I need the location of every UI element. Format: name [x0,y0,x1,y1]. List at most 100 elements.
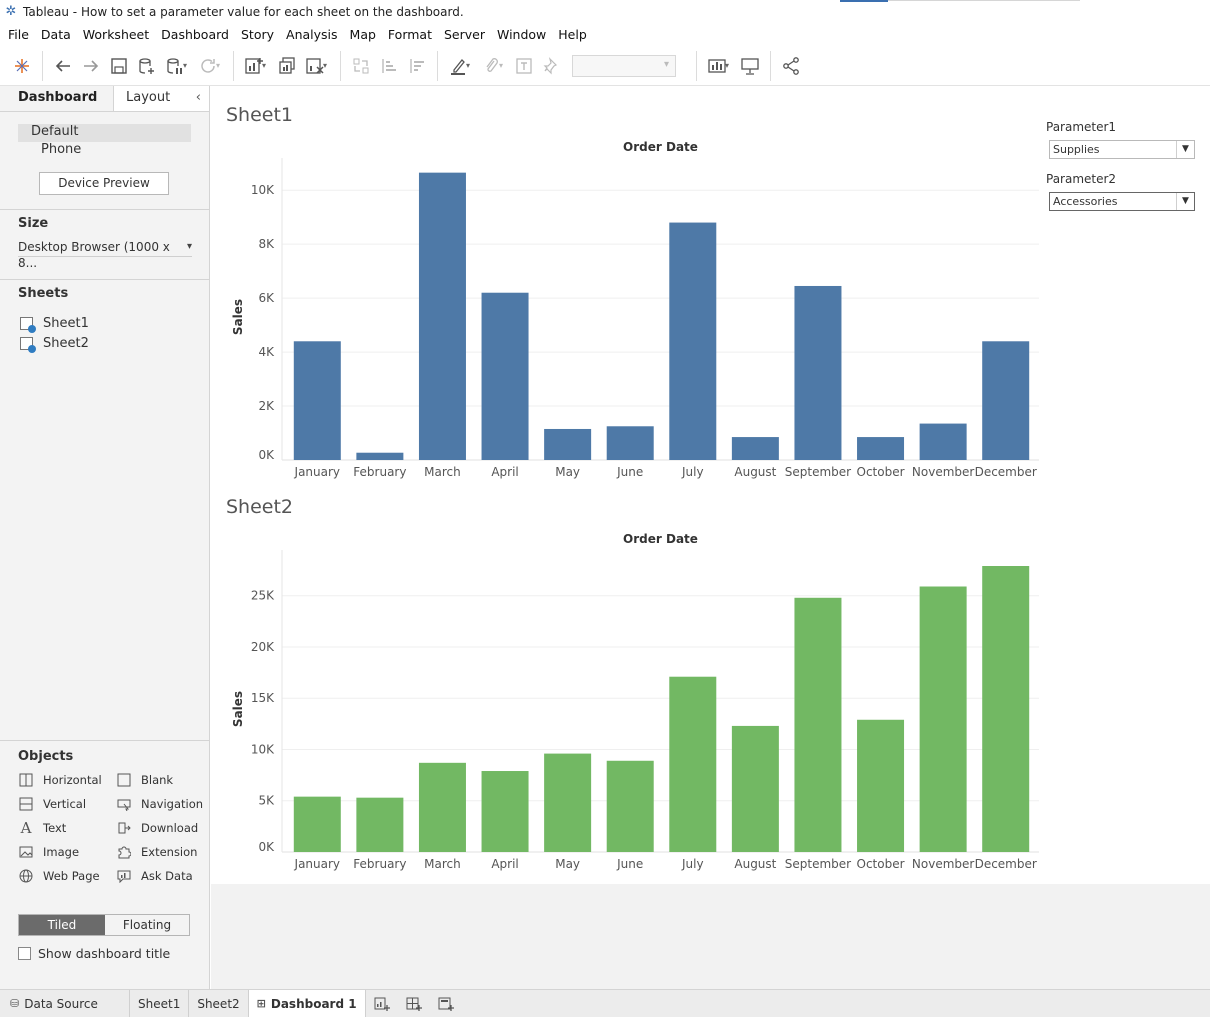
sheet-list-item-sheet1[interactable]: Sheet1 [0,313,209,333]
group-caret-icon[interactable]: ▾ [499,61,507,70]
presentation-mode-icon[interactable] [736,52,764,80]
object-navigation[interactable]: Navigation [116,796,214,812]
duplicate-sheet-icon[interactable] [273,52,301,80]
bar-january[interactable] [293,796,341,852]
object-blank[interactable]: Blank [116,772,214,788]
bar-march[interactable] [418,762,466,852]
new-story-tab-icon[interactable] [430,990,462,1017]
clear-sheet-caret-icon[interactable]: ▾ [323,61,331,70]
new-dashboard-tab-icon[interactable] [398,990,430,1017]
bar-february[interactable] [356,797,404,852]
bar-april[interactable] [481,292,529,460]
bar-december[interactable] [982,341,1030,460]
object-ask-data[interactable]: Ask Data [116,868,214,884]
collapse-panel-icon[interactable]: ‹ [196,90,201,105]
menu-map[interactable]: Map [344,27,382,42]
bar-october[interactable] [857,719,905,852]
bar-november[interactable] [919,586,967,852]
parameter1-dropdown[interactable]: Supplies ▼ [1049,140,1195,159]
bar-march[interactable] [418,172,466,460]
swap-rows-columns-icon[interactable] [347,52,375,80]
device-preview-button[interactable]: Device Preview [39,172,169,195]
toolbar-separator [340,50,341,81]
refresh-caret-icon[interactable]: ▾ [216,61,224,70]
tableau-icon[interactable] [8,52,36,80]
bar-october[interactable] [857,437,905,460]
object-vertical[interactable]: Vertical [18,796,116,812]
menu-format[interactable]: Format [382,27,438,42]
menu-dashboard[interactable]: Dashboard [155,27,235,42]
pause-updates-caret-icon[interactable]: ▾ [183,61,191,70]
menu-story[interactable]: Story [235,27,280,42]
bar-august[interactable] [731,725,779,852]
tiled-button[interactable]: Tiled [19,915,105,935]
parameter2-dropdown[interactable]: Accessories ▼ [1049,192,1195,211]
horizontal-container-icon [18,773,34,787]
tab-sheet1[interactable]: Sheet1 [130,989,190,1017]
x-tick-label: August [734,857,776,871]
bar-july[interactable] [669,222,717,460]
left-panel: Dashboard Layout ‹ Default Phone Device … [0,86,210,989]
menu-worksheet[interactable]: Worksheet [77,27,155,42]
bar-may[interactable] [544,428,592,460]
objects-grid: Horizontal Blank Vertical Navigation A T… [0,764,209,884]
object-horizontal[interactable]: Horizontal [18,772,116,788]
object-web-page[interactable]: Web Page [18,868,116,884]
object-image[interactable]: Image [18,844,116,860]
new-worksheet-tab-icon[interactable] [366,990,398,1017]
bar-december[interactable] [982,566,1030,852]
size-dropdown[interactable]: Desktop Browser (1000 x 8... [18,239,192,270]
show-title-checkbox[interactable] [18,947,31,960]
menu-help[interactable]: Help [552,27,593,42]
bar-july[interactable] [669,676,717,852]
bar-november[interactable] [919,423,967,460]
menu-window[interactable]: Window [491,27,552,42]
share-icon[interactable] [777,52,805,80]
bar-february[interactable] [356,452,404,460]
tab-dashboard1[interactable]: ⊞ Dashboard 1 [248,989,366,1017]
object-label: Blank [141,773,174,787]
device-phone[interactable]: Phone [18,142,191,160]
bar-september[interactable] [794,597,842,852]
new-worksheet-caret-icon[interactable]: ▾ [262,61,270,70]
sheet2-chart[interactable]: Order Date Sales 0K 5K 10K 15K 20K 25K January Fe… [211,518,1041,878]
tab-layout[interactable]: Layout [114,86,209,111]
menu-file[interactable]: File [2,27,35,42]
highlight-caret-icon[interactable]: ▾ [466,61,474,70]
new-data-source-icon[interactable] [133,52,161,80]
bar-june[interactable] [606,426,654,460]
bar-may[interactable] [544,753,592,852]
object-label: Ask Data [141,869,193,883]
redo-icon[interactable] [77,52,105,80]
tab-sheet2[interactable]: Sheet2 [189,989,249,1017]
dropdown-arrow-icon[interactable]: ▼ [1176,193,1194,210]
fix-axes-icon[interactable] [538,52,566,80]
object-text[interactable]: A Text [18,819,116,837]
bar-september[interactable] [794,285,842,460]
bar-april[interactable] [481,771,529,852]
sheet1-chart[interactable]: Order Date Sales 0K 2K 4K 6K 8K 10K January Febru… [211,126,1041,486]
bar-january[interactable] [293,341,341,460]
tab-dashboard[interactable]: Dashboard [0,86,114,111]
sort-ascending-icon[interactable] [375,52,403,80]
floating-button[interactable]: Floating [105,915,189,935]
device-default[interactable]: Default [18,124,191,142]
sheet-list-item-sheet2[interactable]: Sheet2 [0,333,209,353]
fit-dropdown[interactable] [572,54,676,77]
bar-june[interactable] [606,760,654,852]
save-icon[interactable] [105,52,133,80]
object-extension[interactable]: Extension [116,844,214,860]
bar-august[interactable] [731,437,779,460]
show-me-caret-icon[interactable]: ▾ [725,61,733,70]
undo-icon[interactable] [49,52,77,80]
show-dashboard-title-option[interactable]: Show dashboard title [18,946,170,961]
sort-descending-icon[interactable] [403,52,431,80]
menu-analysis[interactable]: Analysis [280,27,344,42]
object-download[interactable]: Download [116,820,214,836]
menu-data[interactable]: Data [35,27,77,42]
tab-data-source[interactable]: ⛁ Data Source [0,989,130,1017]
sheets-heading: Sheets [18,286,69,301]
dropdown-arrow-icon[interactable]: ▼ [1176,141,1194,158]
show-mark-labels-icon[interactable] [510,52,538,80]
menu-server[interactable]: Server [438,27,491,42]
